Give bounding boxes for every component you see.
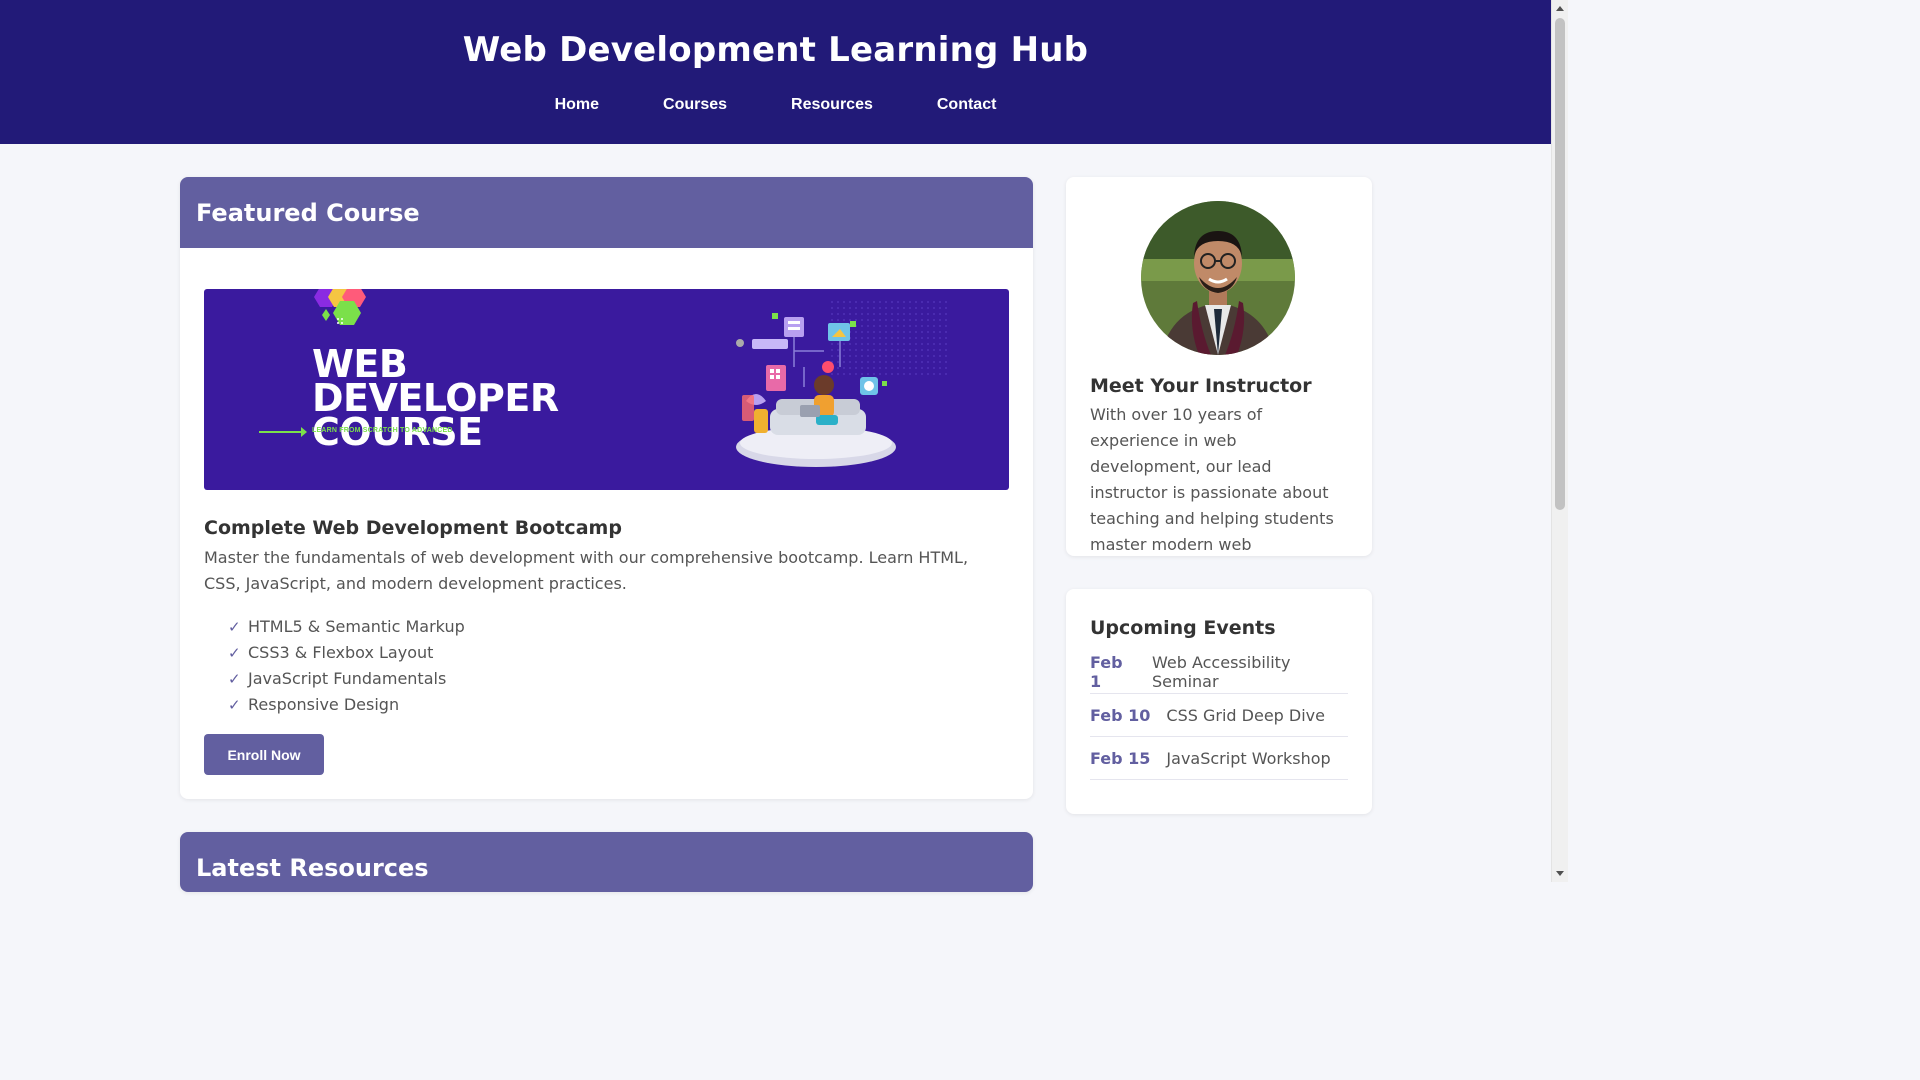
latest-resources-card: Latest Resources: [180, 832, 1033, 892]
course-banner-image: WEB DEVELOPER COURSE LEARN FROM SCRATCH …: [204, 289, 1009, 490]
events-title: Upcoming Events: [1090, 617, 1276, 639]
list-item[interactable]: Feb 10 CSS Grid Deep Dive: [1090, 694, 1348, 737]
hexagon-logo-icon: [314, 289, 366, 325]
event-name: JavaScript Workshop: [1166, 748, 1331, 768]
list-item[interactable]: Feb 15 JavaScript Workshop: [1090, 737, 1348, 780]
course-description: Master the fundamentals of web developme…: [204, 548, 969, 593]
instructor-photo-icon: [1141, 201, 1295, 355]
checkmark-icon: ✓: [228, 670, 241, 688]
list-item[interactable]: Feb 1 Web Accessibility Seminar: [1090, 651, 1348, 694]
vertical-scrollbar[interactable]: [1551, 0, 1568, 882]
list-item: ✓ CSS3 & Flexbox Layout: [228, 640, 465, 666]
feature-label: JavaScript Fundamentals: [248, 669, 447, 688]
enroll-now-button[interactable]: Enroll Now: [204, 734, 324, 775]
event-name: Web Accessibility Seminar: [1152, 653, 1291, 691]
nav-contact[interactable]: Contact: [937, 96, 997, 114]
list-item: ✓ Responsive Design: [228, 692, 465, 718]
scroll-down-icon[interactable]: [1556, 871, 1564, 876]
developer-illustration-icon: [736, 313, 896, 467]
instructor-avatar: [1141, 201, 1295, 355]
instructor-bio: With over 10 years of experience in web …: [1090, 405, 1334, 554]
course-feature-list: ✓ HTML5 & Semantic Markup ✓ CSS3 & Flexbox…: [228, 614, 465, 718]
featured-course-card: Featured Course WEB DEVELOPER COURSE LEA…: [180, 177, 1033, 799]
feature-label: CSS3 & Flexbox Layout: [248, 643, 434, 662]
checkmark-icon: ✓: [228, 644, 241, 662]
scroll-up-icon[interactable]: [1556, 6, 1564, 11]
checkmark-icon: ✓: [228, 618, 241, 636]
banner-tagline: LEARN FROM SCRATCH TO ADVANCED: [312, 427, 453, 434]
feature-label: HTML5 & Semantic Markup: [248, 617, 465, 636]
course-title: Complete Web Development Bootcamp: [204, 517, 622, 539]
event-list: Feb 1 Web Accessibility Seminar Feb 10 CSS…: [1090, 651, 1348, 780]
site-header: Web Development Learning Hub Home Course…: [0, 0, 1551, 144]
latest-resources-heading: Latest Resources: [180, 832, 1033, 892]
feature-label: Responsive Design: [248, 695, 400, 714]
event-date: Feb 1: [1090, 653, 1123, 691]
event-date: Feb 15: [1090, 748, 1151, 768]
site-title: Web Development Learning Hub: [462, 30, 1089, 70]
nav-courses[interactable]: Courses: [663, 96, 727, 114]
event-date: Feb 10: [1090, 705, 1151, 725]
arrow-right-icon: [259, 427, 307, 437]
instructor-card: Meet Your Instructor With over 10 years …: [1066, 177, 1372, 556]
main-nav: Home Courses Resources Contact: [0, 96, 1551, 114]
checkmark-icon: ✓: [228, 696, 241, 714]
event-name: CSS Grid Deep Dive: [1166, 705, 1325, 725]
nav-home[interactable]: Home: [555, 96, 599, 114]
scrollbar-thumb[interactable]: [1555, 18, 1565, 510]
upcoming-events-card: Upcoming Events Feb 1 Web Accessibility S…: [1066, 589, 1372, 814]
list-item: ✓ HTML5 & Semantic Markup: [228, 614, 465, 640]
instructor-title: Meet Your Instructor: [1090, 375, 1312, 397]
featured-course-heading: Featured Course: [180, 177, 1033, 248]
list-item: ✓ JavaScript Fundamentals: [228, 666, 465, 692]
nav-resources[interactable]: Resources: [791, 96, 873, 114]
banner-title-line1: WEB DEVELOPER: [312, 342, 559, 420]
